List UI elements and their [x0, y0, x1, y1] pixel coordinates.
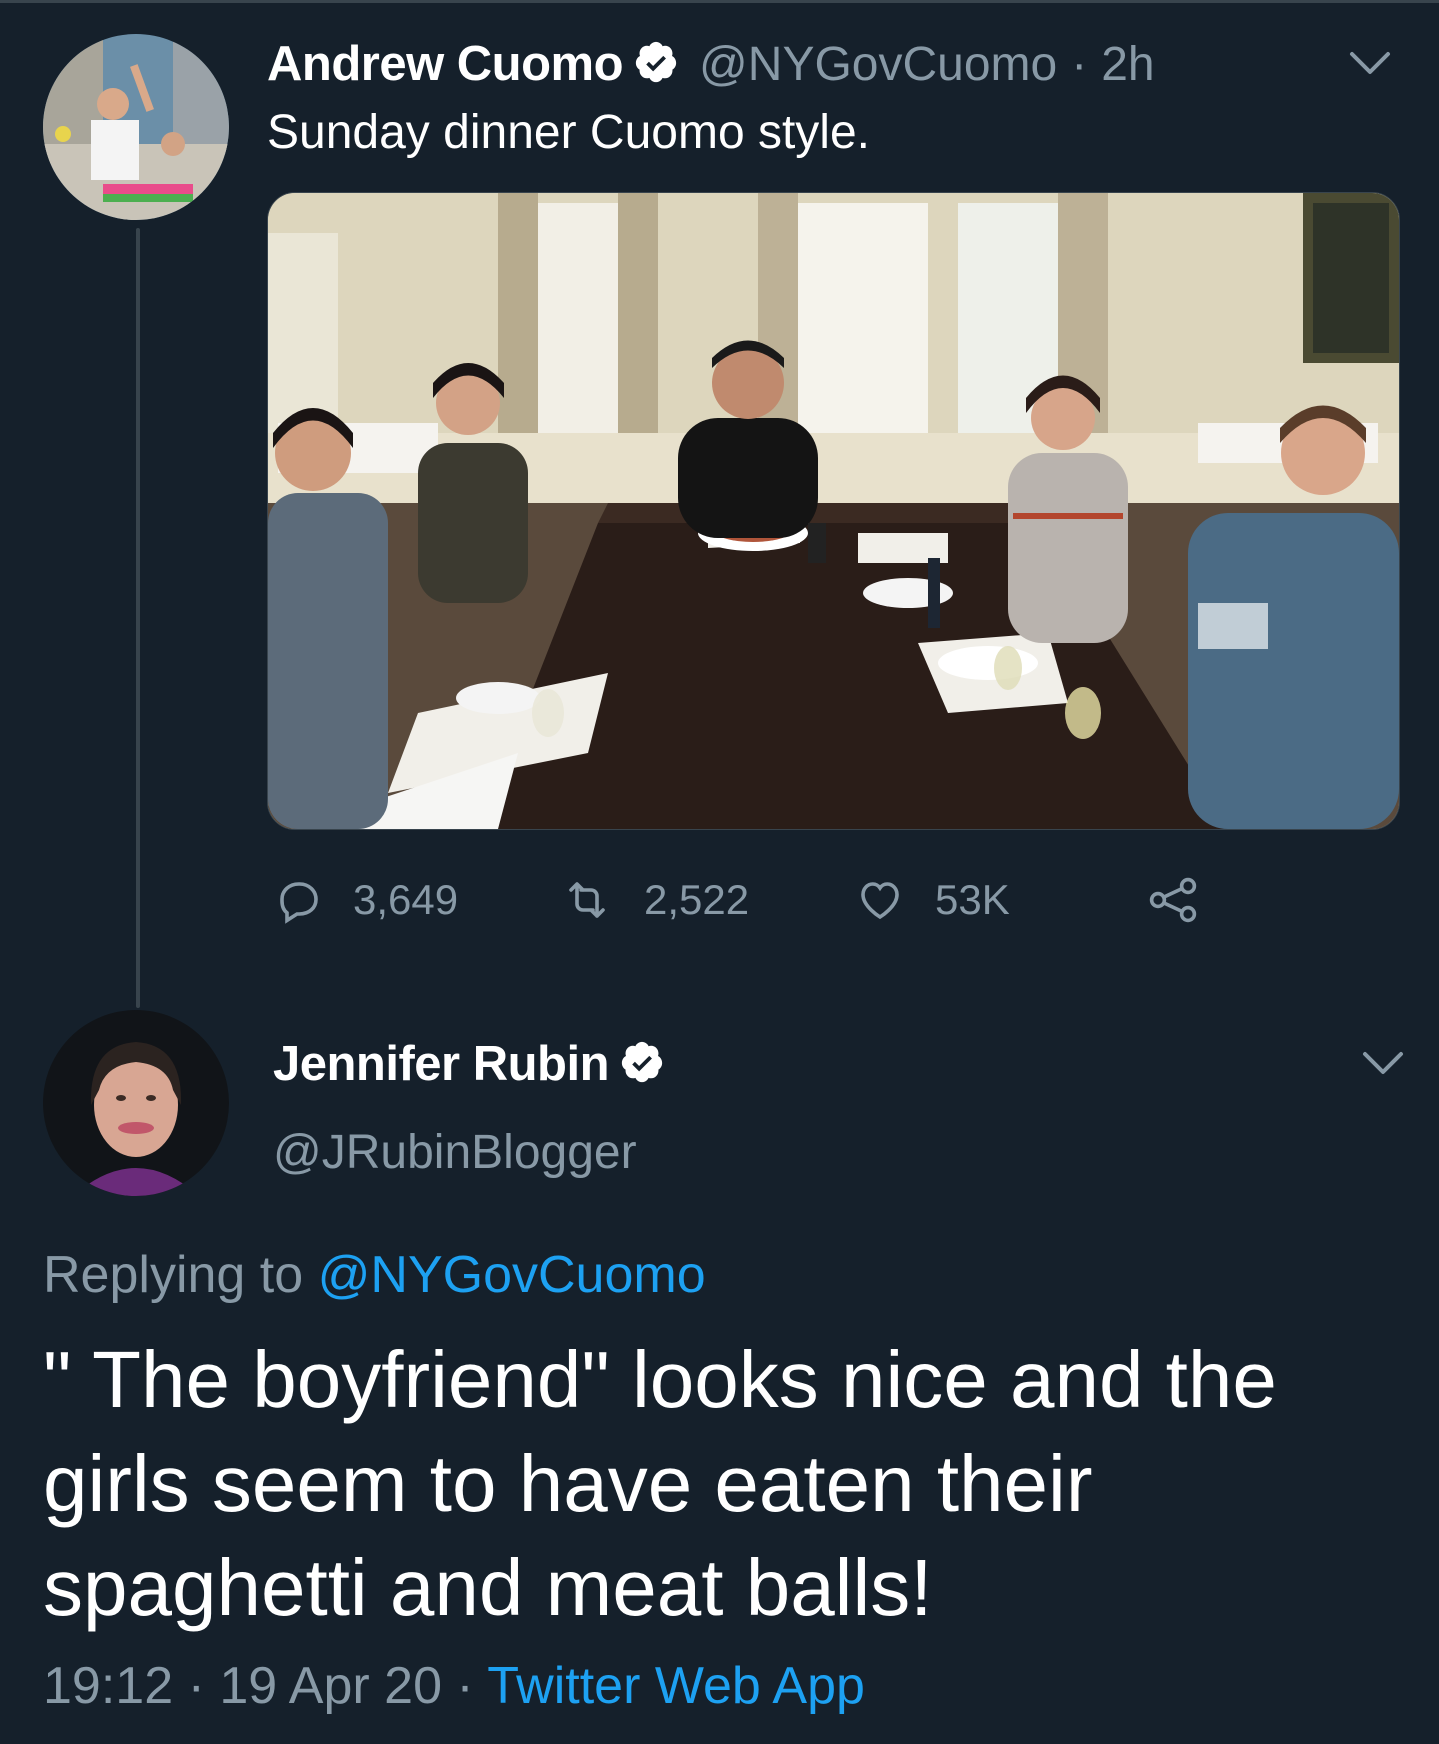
separator-dot: · — [1071, 37, 1088, 91]
verified-badge-icon — [633, 39, 679, 90]
share-icon — [1149, 877, 1197, 923]
reply-icon — [280, 882, 318, 924]
retweet-action[interactable]: 2,522 — [560, 876, 749, 924]
meta-separator: · — [441, 1657, 488, 1715]
author-handle[interactable]: @NYGovCuomo — [699, 37, 1057, 92]
reply-text: " The boyfriend" looks nice and the girl… — [43, 1335, 1277, 1632]
reply-date[interactable]: 19 Apr 20 — [219, 1657, 442, 1715]
reply-author-name[interactable]: Jennifer Rubin — [273, 1036, 610, 1092]
source-link[interactable]: Twitter Web App — [487, 1657, 865, 1715]
chevron-down-icon[interactable] — [1348, 48, 1392, 83]
heart-icon — [861, 882, 899, 920]
meta-separator: · — [173, 1657, 220, 1715]
reply-time[interactable]: 19:12 — [43, 1657, 173, 1715]
author-name[interactable]: Andrew Cuomo — [267, 36, 624, 92]
tweet-time[interactable]: 2h — [1101, 37, 1154, 92]
reply-meta: 19:12 · 19 Apr 20 · Twitter Web App — [43, 1656, 865, 1716]
verified-badge-icon — [619, 1039, 665, 1090]
tweet-photo[interactable] — [267, 192, 1400, 830]
reply-header: Jennifer Rubin — [273, 1034, 665, 1094]
top-divider — [0, 0, 1439, 3]
share-action[interactable] — [1146, 876, 1232, 924]
replying-to-handle-link[interactable]: @NYGovCuomo — [318, 1246, 706, 1304]
like-action[interactable]: 53K — [855, 876, 1010, 924]
reply-handle-row: @JRubinBlogger — [273, 1122, 637, 1182]
reply-count: 3,649 — [353, 876, 459, 923]
reply-author-avatar[interactable] — [43, 1010, 229, 1196]
author-avatar[interactable] — [43, 34, 229, 220]
thread-connector — [136, 228, 140, 1008]
reply-author-handle[interactable]: @JRubinBlogger — [273, 1125, 637, 1180]
like-count: 53K — [935, 876, 1010, 923]
reply-action[interactable]: 3,649 — [275, 876, 458, 924]
chevron-down-icon[interactable] — [1361, 1048, 1405, 1083]
tweet-header: Andrew Cuomo @NYGovCuomo · 2h — [267, 34, 1155, 94]
replying-to-label: Replying to — [43, 1246, 318, 1304]
retweet-count: 2,522 — [644, 876, 750, 923]
replying-to: Replying to @NYGovCuomo — [43, 1245, 706, 1305]
tweet-text: Sunday dinner Cuomo style. — [267, 106, 870, 159]
retweet-icon — [569, 882, 605, 918]
